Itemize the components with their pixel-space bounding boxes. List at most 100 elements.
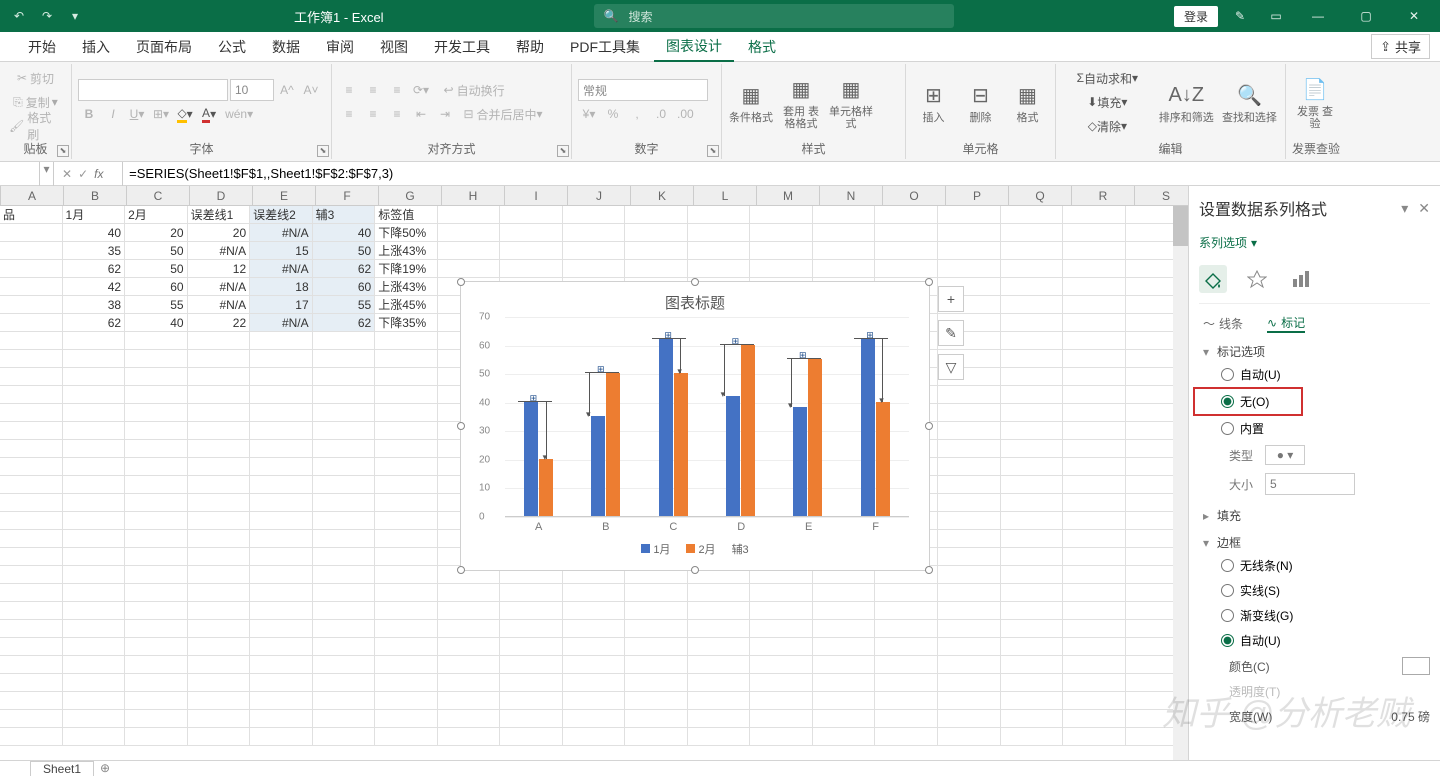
cell[interactable]: 12 xyxy=(188,260,251,278)
cell[interactable] xyxy=(0,548,63,566)
cell[interactable] xyxy=(750,656,813,674)
cell[interactable] xyxy=(188,386,251,404)
cell[interactable] xyxy=(188,422,251,440)
cell[interactable] xyxy=(125,422,188,440)
col-header[interactable]: C xyxy=(127,186,190,205)
chart-handle[interactable] xyxy=(925,566,933,574)
cell[interactable] xyxy=(313,386,376,404)
cell[interactable] xyxy=(1063,296,1126,314)
cell[interactable] xyxy=(500,260,563,278)
align-right[interactable]: ≡ xyxy=(386,103,408,125)
cell[interactable] xyxy=(0,566,63,584)
cell[interactable] xyxy=(500,224,563,242)
cell[interactable] xyxy=(438,620,501,638)
align-mid[interactable]: ≡ xyxy=(362,79,384,101)
cell[interactable]: 60 xyxy=(313,278,376,296)
tab-data[interactable]: 数据 xyxy=(260,32,312,62)
col-header[interactable]: S xyxy=(1135,186,1188,205)
cell[interactable] xyxy=(375,458,438,476)
cell[interactable] xyxy=(313,710,376,728)
section-fill[interactable]: ▸填充 xyxy=(1199,499,1430,526)
cell[interactable] xyxy=(1001,692,1064,710)
cell[interactable]: 下降19% xyxy=(375,260,438,278)
cell[interactable] xyxy=(938,206,1001,224)
cell[interactable] xyxy=(313,512,376,530)
cell[interactable] xyxy=(875,584,938,602)
chart-title[interactable]: 图表标题 xyxy=(461,282,929,317)
cell[interactable] xyxy=(750,620,813,638)
cell[interactable] xyxy=(688,206,751,224)
cell[interactable] xyxy=(438,692,501,710)
cell[interactable]: 误差线1 xyxy=(188,206,251,224)
search-box[interactable]: 🔍 搜索 xyxy=(594,4,954,28)
cell[interactable] xyxy=(1001,566,1064,584)
cell[interactable] xyxy=(250,638,313,656)
cell[interactable] xyxy=(1063,422,1126,440)
cell[interactable] xyxy=(313,440,376,458)
new-sheet-button[interactable]: ⊕ xyxy=(100,761,110,775)
cell[interactable] xyxy=(813,224,876,242)
fill-button[interactable]: ⬇ 填充▾ xyxy=(1062,91,1153,113)
chart-handle[interactable] xyxy=(457,278,465,286)
cell[interactable] xyxy=(250,530,313,548)
cell[interactable] xyxy=(0,512,63,530)
font-size-combo[interactable]: 10 xyxy=(230,79,274,101)
col-header[interactable]: Q xyxy=(1009,186,1072,205)
cell[interactable] xyxy=(750,728,813,746)
cell[interactable] xyxy=(188,404,251,422)
col-header[interactable]: P xyxy=(946,186,1009,205)
chart-handle[interactable] xyxy=(457,566,465,574)
cell[interactable] xyxy=(1063,440,1126,458)
cell[interactable] xyxy=(125,728,188,746)
cell[interactable] xyxy=(125,692,188,710)
login-button[interactable]: 登录 xyxy=(1174,6,1218,27)
cell[interactable] xyxy=(938,584,1001,602)
cell[interactable] xyxy=(1001,476,1064,494)
cell[interactable]: 55 xyxy=(125,296,188,314)
size-spinner[interactable]: 5 xyxy=(1265,473,1355,495)
number-launcher[interactable]: ⬊ xyxy=(707,145,719,157)
cell[interactable] xyxy=(313,548,376,566)
cell[interactable] xyxy=(0,584,63,602)
cell[interactable]: #N/A xyxy=(188,278,251,296)
clipboard-launcher[interactable]: ⬊ xyxy=(57,145,69,157)
cell[interactable] xyxy=(1063,278,1126,296)
cell[interactable]: 40 xyxy=(313,224,376,242)
cell[interactable] xyxy=(750,638,813,656)
cell[interactable] xyxy=(250,458,313,476)
cell[interactable] xyxy=(563,692,626,710)
cell[interactable]: 22 xyxy=(188,314,251,332)
cell[interactable] xyxy=(63,476,126,494)
cell[interactable] xyxy=(0,494,63,512)
cell[interactable] xyxy=(63,350,126,368)
cell[interactable] xyxy=(1063,404,1126,422)
cell[interactable] xyxy=(250,476,313,494)
cell[interactable] xyxy=(500,620,563,638)
cell[interactable] xyxy=(688,710,751,728)
cell[interactable] xyxy=(1001,224,1064,242)
cell[interactable] xyxy=(875,710,938,728)
cell[interactable]: 辅3 xyxy=(313,206,376,224)
cell[interactable] xyxy=(0,368,63,386)
cell[interactable] xyxy=(813,242,876,260)
comma-button[interactable]: , xyxy=(626,103,648,125)
cell[interactable] xyxy=(500,728,563,746)
cell[interactable] xyxy=(688,242,751,260)
cell[interactable] xyxy=(500,710,563,728)
cell[interactable] xyxy=(750,242,813,260)
cell[interactable] xyxy=(250,620,313,638)
cell[interactable] xyxy=(188,728,251,746)
cell[interactable] xyxy=(63,530,126,548)
cell[interactable] xyxy=(813,710,876,728)
cell[interactable] xyxy=(250,710,313,728)
cell[interactable]: 20 xyxy=(125,224,188,242)
cell[interactable]: 62 xyxy=(63,260,126,278)
cell[interactable] xyxy=(438,728,501,746)
cell[interactable] xyxy=(938,386,1001,404)
cell[interactable] xyxy=(875,242,938,260)
cell[interactable] xyxy=(0,458,63,476)
cell[interactable] xyxy=(375,728,438,746)
cell[interactable] xyxy=(0,620,63,638)
cell[interactable] xyxy=(250,692,313,710)
cell[interactable] xyxy=(1063,602,1126,620)
